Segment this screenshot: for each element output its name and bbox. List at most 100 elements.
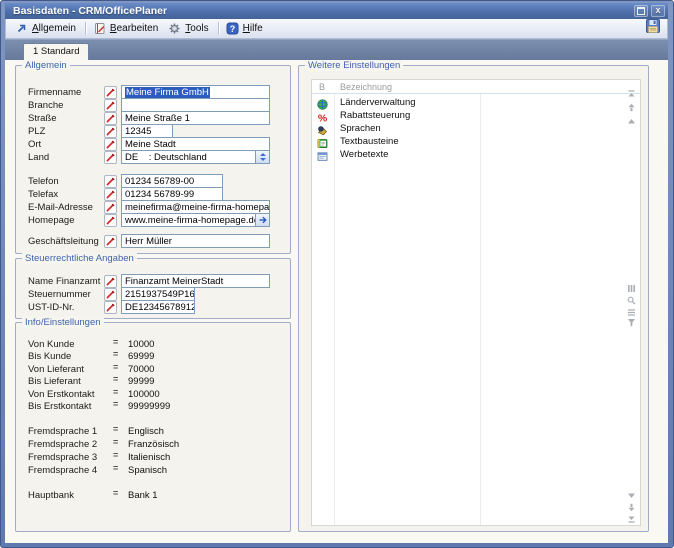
scroll-top-button[interactable]: [626, 89, 637, 100]
edit-field-button[interactable]: [104, 235, 117, 248]
scroll-bottom-button[interactable]: [626, 513, 637, 524]
field-label: Name Finanzamt: [28, 276, 100, 287]
form-row: Homepagewww.meine-firma-homepage.de: [16, 214, 290, 227]
info-value: 10000: [128, 339, 154, 350]
text-field[interactable]: meinefirma@meine-firma-homepage.de: [121, 200, 270, 214]
info-label: Hauptbank: [28, 490, 74, 501]
edit-field-icon: [104, 138, 117, 151]
text-field[interactable]: www.meine-firma-homepage.de: [121, 213, 270, 227]
text-field[interactable]: 2151937549P1644: [121, 287, 195, 301]
menu-label: Bearbeiten: [110, 23, 158, 34]
move-up-button[interactable]: [626, 102, 637, 113]
field-value: Herr Müller: [125, 236, 172, 247]
maximize-button[interactable]: [634, 5, 648, 17]
text-field[interactable]: 01234 56789-00: [121, 174, 223, 188]
edit-field-button[interactable]: [104, 214, 117, 227]
field-value: 01234 56789-99: [125, 189, 194, 200]
list-item-label: Werbetexte: [340, 149, 388, 160]
edit-field-icon: [104, 125, 117, 138]
edit-field-button[interactable]: [104, 275, 117, 288]
filter-icon: [627, 318, 636, 327]
close-button[interactable]: x: [651, 5, 665, 17]
equals-icon: =: [113, 362, 118, 372]
menu-bearbeiten[interactable]: Bearbeiten: [89, 21, 164, 36]
info-row: Von Erstkontakt=100000: [16, 388, 290, 400]
text-field[interactable]: [121, 98, 270, 112]
columns-button[interactable]: [626, 283, 637, 294]
edit-field-button[interactable]: [104, 138, 117, 151]
info-value: Englisch: [128, 426, 164, 437]
field-value: DE : Deutschland: [125, 152, 207, 163]
menu-label: Tools: [185, 23, 208, 34]
text-field[interactable]: DE123456789123: [121, 300, 195, 314]
edit-field-icon: [104, 99, 117, 112]
list-item-textbausteine[interactable]: Textbausteine: [312, 135, 640, 148]
list-item-sprachen[interactable]: Sprachen: [312, 122, 640, 135]
info-row: Bis Kunde=69999: [16, 350, 290, 362]
menu-tools[interactable]: Tools: [164, 21, 214, 36]
field-value: 2151937549P1644: [125, 289, 195, 300]
list-item-werbetexte[interactable]: Werbetexte: [312, 148, 640, 161]
text-field[interactable]: Meine Straße 1: [121, 111, 270, 125]
move-down-button[interactable]: [626, 502, 637, 513]
page-up-button[interactable]: [626, 116, 637, 127]
field-label: E-Mail-Adresse: [28, 202, 93, 213]
menu-allgemein[interactable]: Allgemein: [11, 21, 82, 36]
list-item-länderverwaltung[interactable]: Länderverwaltung: [312, 96, 640, 109]
search-button[interactable]: [626, 295, 637, 306]
edit-field-button[interactable]: [104, 86, 117, 99]
list-item-icon: [317, 97, 328, 108]
edit-field-button[interactable]: [104, 99, 117, 112]
group-weitere-einstellungen: Weitere Einstellungen B Bezeichnung Länd…: [298, 65, 649, 532]
equals-icon: =: [113, 349, 118, 359]
info-row: Von Kunde = 10000: [16, 338, 290, 350]
text-field[interactable]: Meine Firma GmbH: [121, 85, 270, 99]
save-button[interactable]: [643, 20, 662, 38]
equals-icon: =: [113, 337, 118, 347]
edit-field-icon: [104, 288, 117, 301]
text-field[interactable]: 12345: [121, 124, 173, 138]
info-value: 69999: [128, 351, 154, 362]
field-value: meinefirma@meine-firma-homepage.de: [125, 202, 270, 213]
edit-field-icon: [104, 112, 117, 125]
column-header-b: B: [319, 82, 325, 92]
edit-field-button[interactable]: [104, 201, 117, 214]
combo-field[interactable]: DE : Deutschland: [121, 150, 270, 164]
info-label: Von Kunde: [28, 339, 75, 350]
move-up-icon: [627, 103, 636, 112]
info-label: Fremdsprache 1: [28, 426, 97, 437]
open-link-arrow-icon: [258, 215, 268, 225]
info-value: Spanisch: [128, 465, 167, 476]
svg-text:?: ?: [229, 24, 235, 34]
edit-field-button[interactable]: [104, 288, 117, 301]
edit-field-icon: [104, 235, 117, 248]
edit-field-button[interactable]: [104, 125, 117, 138]
text-field[interactable]: 01234 56789-99: [121, 187, 223, 201]
equals-icon: =: [113, 387, 118, 397]
help-icon: ?: [226, 22, 239, 35]
info-label: Bis Erstkontakt: [28, 401, 91, 412]
info-label: Fremdsprache 4: [28, 465, 97, 476]
text-field[interactable]: Herr Müller: [121, 234, 270, 248]
list-icon: [627, 308, 636, 317]
edit-field-button[interactable]: [104, 301, 117, 314]
group-info-title: Info/Einstellungen: [22, 317, 104, 328]
edit-field-button[interactable]: [104, 112, 117, 125]
open-homepage-button[interactable]: [255, 214, 269, 226]
info-value: 70000: [128, 364, 154, 375]
edit-field-button[interactable]: [104, 175, 117, 188]
filter-button[interactable]: [626, 317, 637, 328]
edit-field-button[interactable]: [104, 188, 117, 201]
info-value: 99999999: [128, 401, 170, 412]
form-row: UST-ID-Nr.DE123456789123: [16, 301, 290, 314]
menu-hilfe[interactable]: ?Hilfe: [222, 21, 269, 36]
list-item-rabattsteuerung[interactable]: %Rabattsteuerung: [312, 109, 640, 122]
tab-standard[interactable]: 1 Standard: [23, 43, 89, 60]
page-down-button[interactable]: [626, 490, 637, 501]
edit-field-icon: [104, 201, 117, 214]
text-field[interactable]: Meine Stadt: [121, 137, 270, 151]
text-field[interactable]: Finanzamt MeinerStadt: [121, 274, 270, 288]
edit-field-button[interactable]: [104, 151, 117, 164]
dropdown-button[interactable]: [255, 151, 269, 163]
list-item-icon: [317, 123, 328, 134]
